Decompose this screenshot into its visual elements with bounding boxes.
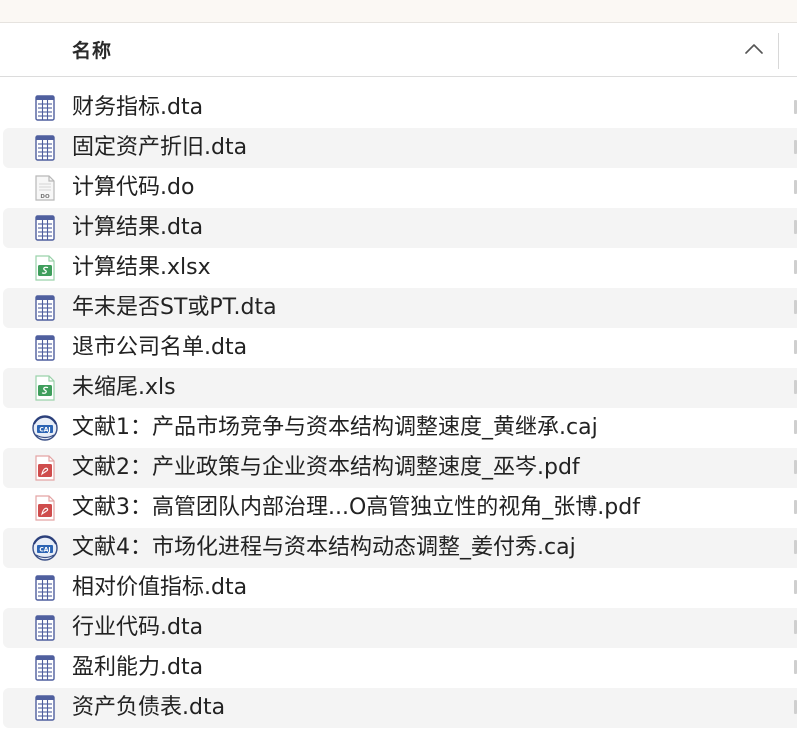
- caj-icon: CAJ: [31, 414, 59, 442]
- file-row[interactable]: 文献3：高管团队内部治理...O高管独立性的视角_张博.pdf: [3, 488, 797, 528]
- dta-icon: [31, 574, 59, 602]
- dta-icon: [31, 134, 59, 162]
- file-row[interactable]: 计算结果.dta: [3, 208, 797, 248]
- file-name[interactable]: 退市公司名单.dta: [72, 333, 247, 363]
- file-name[interactable]: 计算结果.xlsx: [72, 253, 211, 283]
- spreadsheet-icon: [31, 254, 59, 282]
- file-name[interactable]: 文献4：市场化进程与资本结构动态调整_姜付秀.caj: [72, 533, 576, 563]
- file-row[interactable]: DO 计算代码.do: [3, 168, 797, 208]
- file-list: 财务指标.dta 固定资产折旧.dta DO 计算代码.do 计算结果.dta …: [0, 88, 797, 728]
- file-name[interactable]: 文献2：产业政策与企业资本结构调整速度_巫岑.pdf: [72, 453, 580, 483]
- file-row[interactable]: 行业代码.dta: [3, 608, 797, 648]
- file-name[interactable]: 盈利能力.dta: [72, 653, 203, 683]
- file-name[interactable]: 固定资产折旧.dta: [72, 133, 247, 163]
- svg-text:DO: DO: [40, 194, 50, 200]
- file-name[interactable]: 资产负债表.dta: [72, 693, 225, 723]
- file-row[interactable]: 财务指标.dta: [3, 88, 797, 128]
- file-name[interactable]: 财务指标.dta: [72, 93, 203, 123]
- file-row[interactable]: 文献2：产业政策与企业资本结构调整速度_巫岑.pdf: [3, 448, 797, 488]
- file-name[interactable]: 行业代码.dta: [72, 613, 203, 643]
- file-name[interactable]: 计算代码.do: [72, 173, 194, 203]
- name-column-label[interactable]: 名称: [72, 36, 112, 63]
- caj-icon: CAJ: [31, 534, 59, 562]
- column-divider[interactable]: [778, 33, 779, 69]
- spreadsheet-icon: [31, 374, 59, 402]
- file-row[interactable]: 资产负债表.dta: [3, 688, 797, 728]
- pdf-icon: [31, 494, 59, 522]
- window-top-strip: [0, 0, 797, 23]
- file-name[interactable]: 未缩尾.xls: [72, 373, 176, 403]
- file-name[interactable]: 文献3：高管团队内部治理...O高管独立性的视角_张博.pdf: [72, 493, 640, 523]
- svg-text:CAJ: CAJ: [39, 547, 50, 554]
- file-row[interactable]: 计算结果.xlsx: [3, 248, 797, 288]
- dta-icon: [31, 334, 59, 362]
- do-icon: DO: [31, 174, 59, 202]
- dta-icon: [31, 94, 59, 122]
- dta-icon: [31, 654, 59, 682]
- file-row[interactable]: 未缩尾.xls: [3, 368, 797, 408]
- file-row[interactable]: 年末是否ST或PT.dta: [3, 288, 797, 328]
- sort-ascending-icon[interactable]: [744, 41, 764, 57]
- file-name[interactable]: 年末是否ST或PT.dta: [72, 293, 277, 323]
- dta-icon: [31, 614, 59, 642]
- file-row[interactable]: CAJ 文献4：市场化进程与资本结构动态调整_姜付秀.caj: [3, 528, 797, 568]
- file-row[interactable]: CAJ 文献1：产品市场竞争与资本结构调整速度_黄继承.caj: [3, 408, 797, 448]
- dta-icon: [31, 294, 59, 322]
- column-header[interactable]: 名称: [0, 23, 797, 77]
- file-row[interactable]: 相对价值指标.dta: [3, 568, 797, 608]
- file-name[interactable]: 相对价值指标.dta: [72, 573, 247, 603]
- file-name[interactable]: 计算结果.dta: [72, 213, 203, 243]
- file-row[interactable]: 退市公司名单.dta: [3, 328, 797, 368]
- file-row[interactable]: 固定资产折旧.dta: [3, 128, 797, 168]
- dta-icon: [31, 694, 59, 722]
- svg-text:CAJ: CAJ: [39, 427, 50, 434]
- pdf-icon: [31, 454, 59, 482]
- dta-icon: [31, 214, 59, 242]
- file-name[interactable]: 文献1：产品市场竞争与资本结构调整速度_黄继承.caj: [72, 413, 598, 443]
- file-row[interactable]: 盈利能力.dta: [3, 648, 797, 688]
